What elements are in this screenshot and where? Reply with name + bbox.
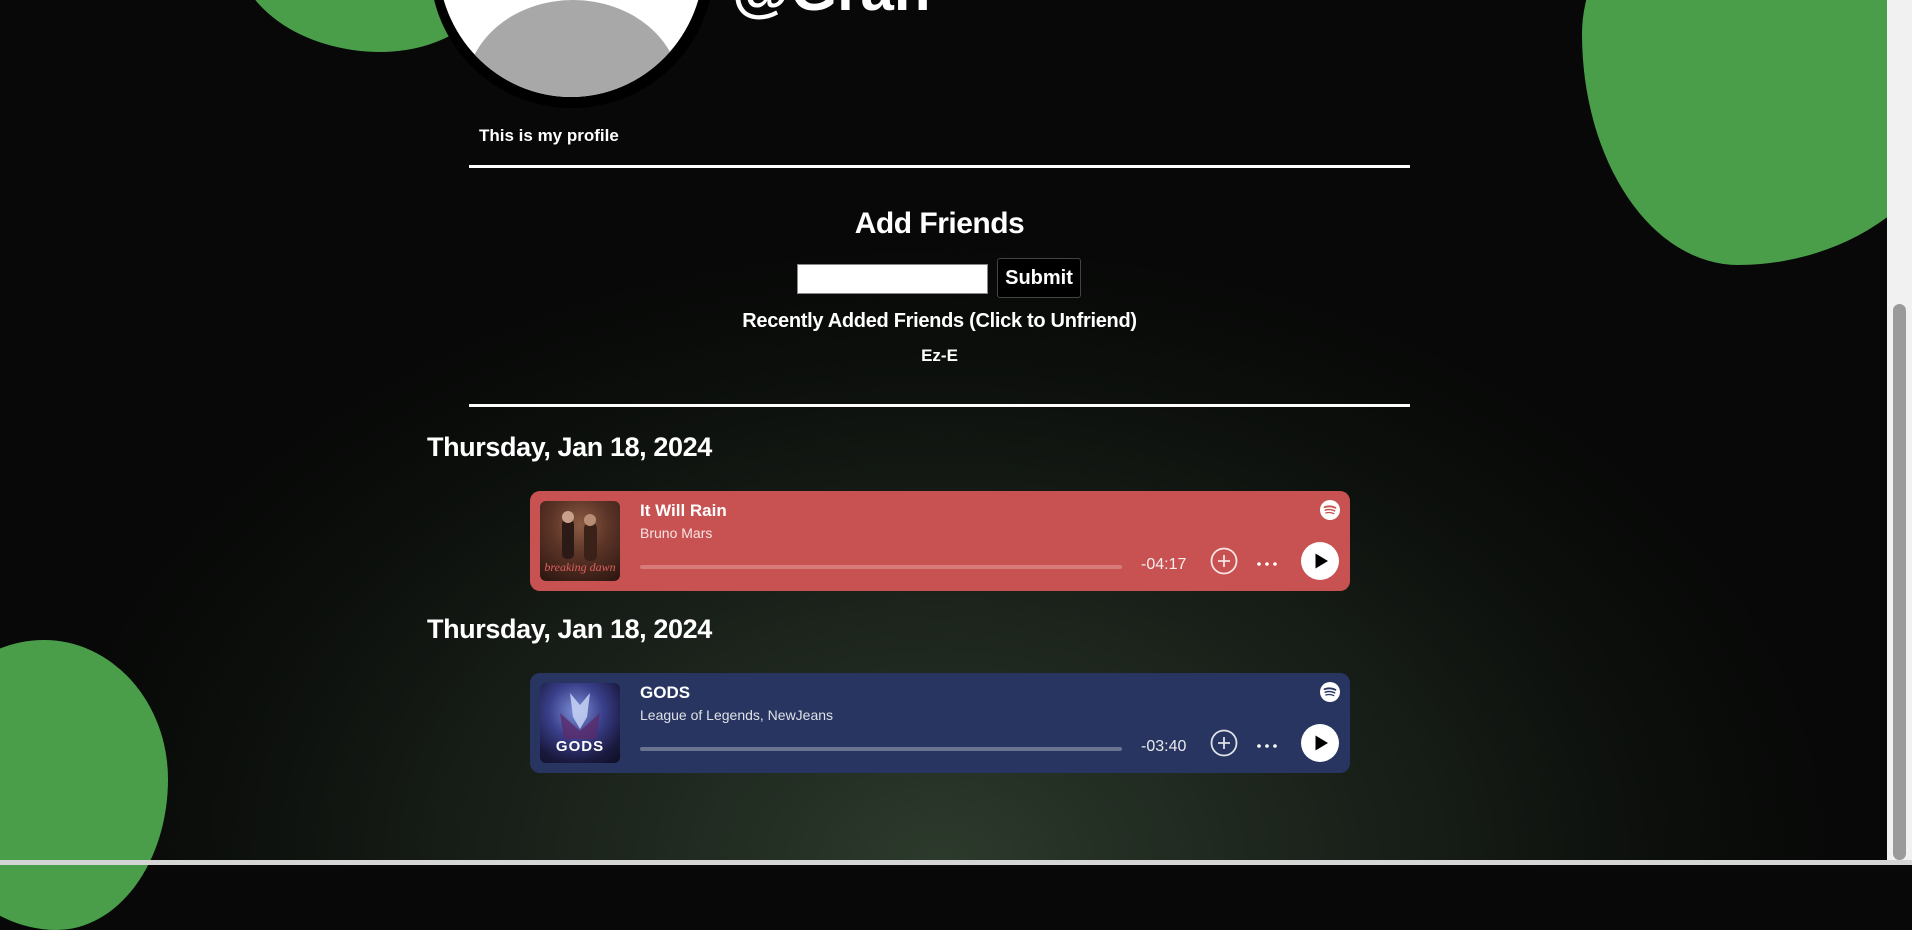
add-friends-heading: Add Friends <box>854 207 1025 240</box>
spotify-track-card[interactable]: GODS GODS League of Legends, NewJeans -0… <box>530 673 1350 773</box>
feed-date: Thursday, Jan 18, 2024 <box>427 614 712 644</box>
more-options-icon[interactable] <box>1252 728 1282 758</box>
avatar-silhouette <box>466 0 680 97</box>
page-scrollbar-thumb[interactable] <box>1893 304 1906 860</box>
feed-date: Thursday, Jan 18, 2024 <box>427 432 712 462</box>
add-to-library-icon[interactable] <box>1209 728 1239 758</box>
cover-title-text: breaking dawn <box>544 560 616 574</box>
profile-username: @Gran <box>732 0 931 20</box>
time-remaining: -04:17 <box>1141 556 1187 573</box>
spotify-logo-icon[interactable] <box>1320 500 1340 520</box>
album-cover: breaking dawn <box>540 501 620 581</box>
recent-friend-item[interactable]: Ez-E <box>0 346 1879 366</box>
album-cover: GODS <box>540 683 620 763</box>
recent-friends-heading: Recently Added Friends (Click to Unfrien… <box>742 310 1137 332</box>
track-title[interactable]: GODS <box>640 683 690 703</box>
play-icon[interactable] <box>1301 542 1339 580</box>
profile-bio: This is my profile <box>479 126 619 145</box>
more-options-icon[interactable] <box>1252 546 1282 576</box>
playback-progress-bar[interactable] <box>640 747 1122 751</box>
section-divider <box>469 404 1410 407</box>
track-title[interactable]: It Will Rain <box>640 501 727 521</box>
playback-progress-bar[interactable] <box>640 565 1122 569</box>
add-to-library-icon[interactable] <box>1209 546 1239 576</box>
section-divider <box>469 165 1410 168</box>
track-artist[interactable]: League of Legends, NewJeans <box>640 707 833 723</box>
decorative-blob-bottom-left <box>0 640 168 930</box>
window-bottom-edge <box>0 860 1912 865</box>
play-icon[interactable] <box>1301 724 1339 762</box>
time-remaining: -03:40 <box>1141 738 1187 755</box>
submit-button[interactable]: Submit <box>997 258 1081 298</box>
spotify-track-card[interactable]: breaking dawn It Will Rain Bruno Mars -0… <box>530 491 1350 591</box>
spotify-logo-icon[interactable] <box>1320 682 1340 702</box>
friend-search-input[interactable] <box>797 264 988 294</box>
cover-title-text: GODS <box>555 738 605 755</box>
track-artist[interactable]: Bruno Mars <box>640 525 712 541</box>
profile-avatar <box>430 0 714 108</box>
avatar-placeholder <box>438 0 704 97</box>
